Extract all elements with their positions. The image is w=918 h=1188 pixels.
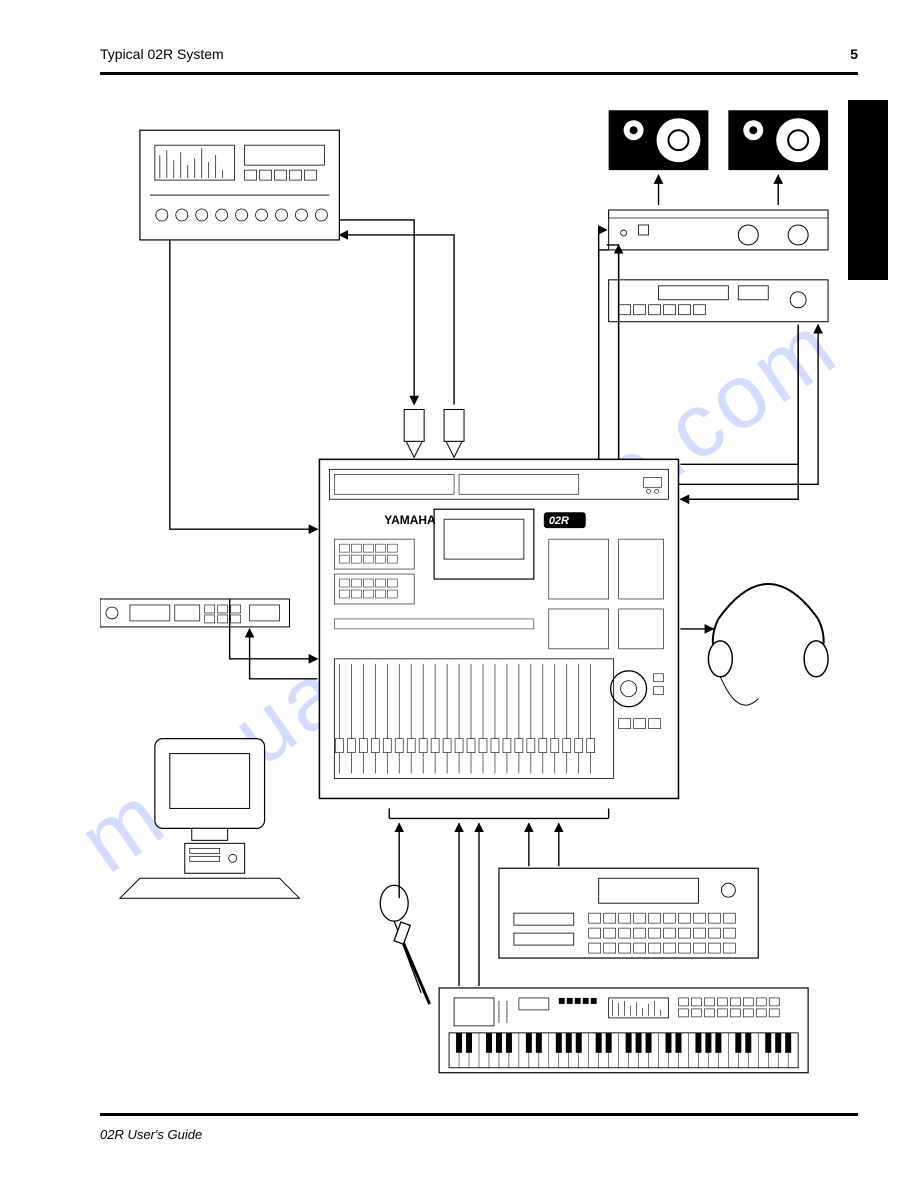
top-rule [100,72,858,75]
external-effect-unit [140,130,339,240]
synthesizer [439,988,808,1073]
connection-diagram: YAMAHA 02R [100,100,858,1088]
sampler [499,868,758,958]
digital-multitrack [100,599,290,627]
page: Typical 02R System 5 02R User's Guide ma… [0,0,918,1188]
header-left: Typical 02R System [100,46,224,62]
headphones [708,584,828,705]
xlr-connectors [404,409,464,457]
computer [120,739,300,899]
microphone [380,885,429,1003]
monitor-speakers [609,110,828,170]
amplifier [609,210,828,250]
mixer-brand-label: YAMAHA [384,513,436,527]
dat-recorder [609,280,828,322]
header-right-page-number: 5 [850,46,858,62]
bottom-rule [100,1113,858,1116]
footer-left: 02R User's Guide [100,1127,202,1142]
mixer-model-label: 02R [549,515,569,527]
mixer: YAMAHA 02R [319,459,678,798]
